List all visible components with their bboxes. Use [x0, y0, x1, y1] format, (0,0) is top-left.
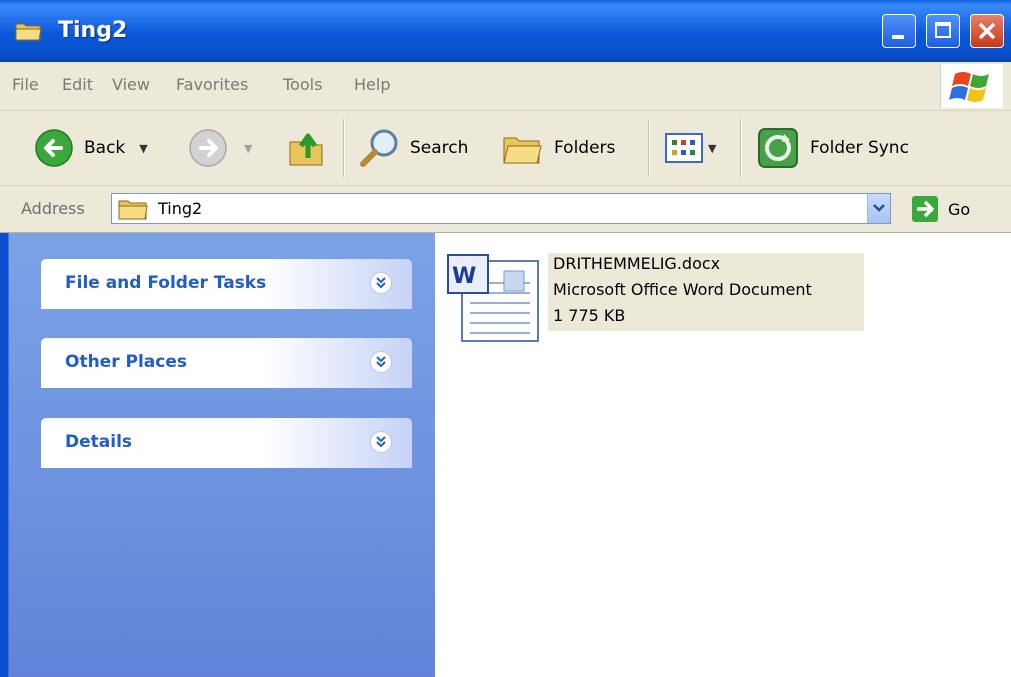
toolbar-separator [648, 119, 649, 177]
address-value: Ting2 [158, 199, 203, 218]
explorer-window: Ting2 File Edit View Favorites Tools Hel… [0, 0, 1011, 677]
maximize-button[interactable] [926, 14, 960, 48]
expand-chevron-icon[interactable] [370, 351, 392, 373]
go-button[interactable]: Go [912, 194, 1004, 224]
go-arrow-icon [912, 196, 938, 222]
word-document-icon: W [447, 254, 539, 342]
minimize-button[interactable] [882, 14, 916, 48]
expand-chevron-icon[interactable] [370, 272, 392, 294]
folders-label: Folders [554, 138, 616, 158]
toolbar-separator [740, 119, 741, 177]
task-section-title: File and Folder Tasks [65, 273, 267, 293]
go-label: Go [948, 199, 971, 219]
file-item[interactable]: W DRITHEMMELIG.docx Microsoft Office Wor… [444, 253, 874, 343]
file-size: 1 775 KB [553, 306, 626, 325]
folders-icon [503, 137, 542, 164]
menu-favorites[interactable]: Favorites [176, 75, 248, 94]
menu-file[interactable]: File [12, 75, 39, 94]
forward-button[interactable]: ▼ [188, 111, 252, 185]
views-button[interactable]: ▼ [664, 111, 716, 185]
address-bar: Address Ting2 Go [0, 186, 1011, 233]
maximize-icon [935, 22, 951, 38]
menu-edit[interactable]: Edit [62, 75, 93, 94]
expand-chevron-icon[interactable] [370, 431, 392, 453]
up-folder-icon [289, 133, 323, 166]
minimize-icon [892, 35, 904, 39]
back-dropdown-icon[interactable]: ▼ [139, 142, 147, 155]
views-dropdown-icon[interactable]: ▼ [708, 142, 716, 155]
task-section-file-folder-tasks[interactable]: File and Folder Tasks [41, 259, 412, 309]
file-type: Microsoft Office Word Document [553, 280, 812, 299]
forward-arrow-icon [189, 129, 227, 167]
file-name: DRITHEMMELIG.docx [553, 254, 721, 273]
svg-text:W: W [452, 264, 476, 289]
search-icon [360, 129, 398, 167]
search-button[interactable]: Search [358, 111, 468, 185]
address-label: Address [21, 199, 85, 218]
forward-dropdown-icon[interactable]: ▼ [244, 142, 252, 155]
toolbar-separator [343, 119, 344, 177]
folder-sync-icon [758, 128, 798, 168]
close-icon [978, 22, 996, 40]
task-section-title: Other Places [65, 352, 187, 372]
task-section-title: Details [65, 432, 133, 452]
folder-sync-button[interactable]: Folder Sync [756, 111, 909, 185]
task-pane: File and Folder Tasks Other Places Detai… [8, 233, 435, 677]
file-info-block: DRITHEMMELIG.docx Microsoft Office Word … [548, 253, 864, 331]
back-label: Back [84, 138, 126, 158]
file-list[interactable]: W DRITHEMMELIG.docx Microsoft Office Wor… [435, 233, 1011, 677]
window-title: Ting2 [58, 18, 128, 43]
standard-toolbar: Back ▼ ▼ Search Folders ▼ Folder Sync [0, 111, 1011, 186]
folder-icon [15, 23, 42, 41]
search-label: Search [410, 138, 469, 158]
folder-icon [118, 200, 148, 220]
address-dropdown-button[interactable] [867, 194, 890, 223]
menu-bar: File Edit View Favorites Tools Help [0, 62, 1011, 111]
folder-sync-label: Folder Sync [810, 138, 909, 158]
folders-button[interactable]: Folders [500, 111, 615, 185]
close-button[interactable] [970, 14, 1004, 48]
views-icon [665, 133, 703, 163]
menu-help[interactable]: Help [354, 75, 390, 94]
menu-tools[interactable]: Tools [283, 75, 322, 94]
address-input[interactable]: Ting2 [111, 193, 891, 224]
up-folder-button[interactable] [286, 111, 326, 185]
back-arrow-icon [35, 129, 73, 167]
title-bar[interactable]: Ting2 [0, 0, 1011, 62]
chevron-down-icon [873, 204, 885, 212]
windows-logo-icon [940, 64, 1003, 108]
menu-view[interactable]: View [112, 75, 150, 94]
back-button[interactable]: Back ▼ [34, 111, 148, 185]
task-section-details[interactable]: Details [41, 418, 412, 468]
task-section-other-places[interactable]: Other Places [41, 338, 412, 388]
